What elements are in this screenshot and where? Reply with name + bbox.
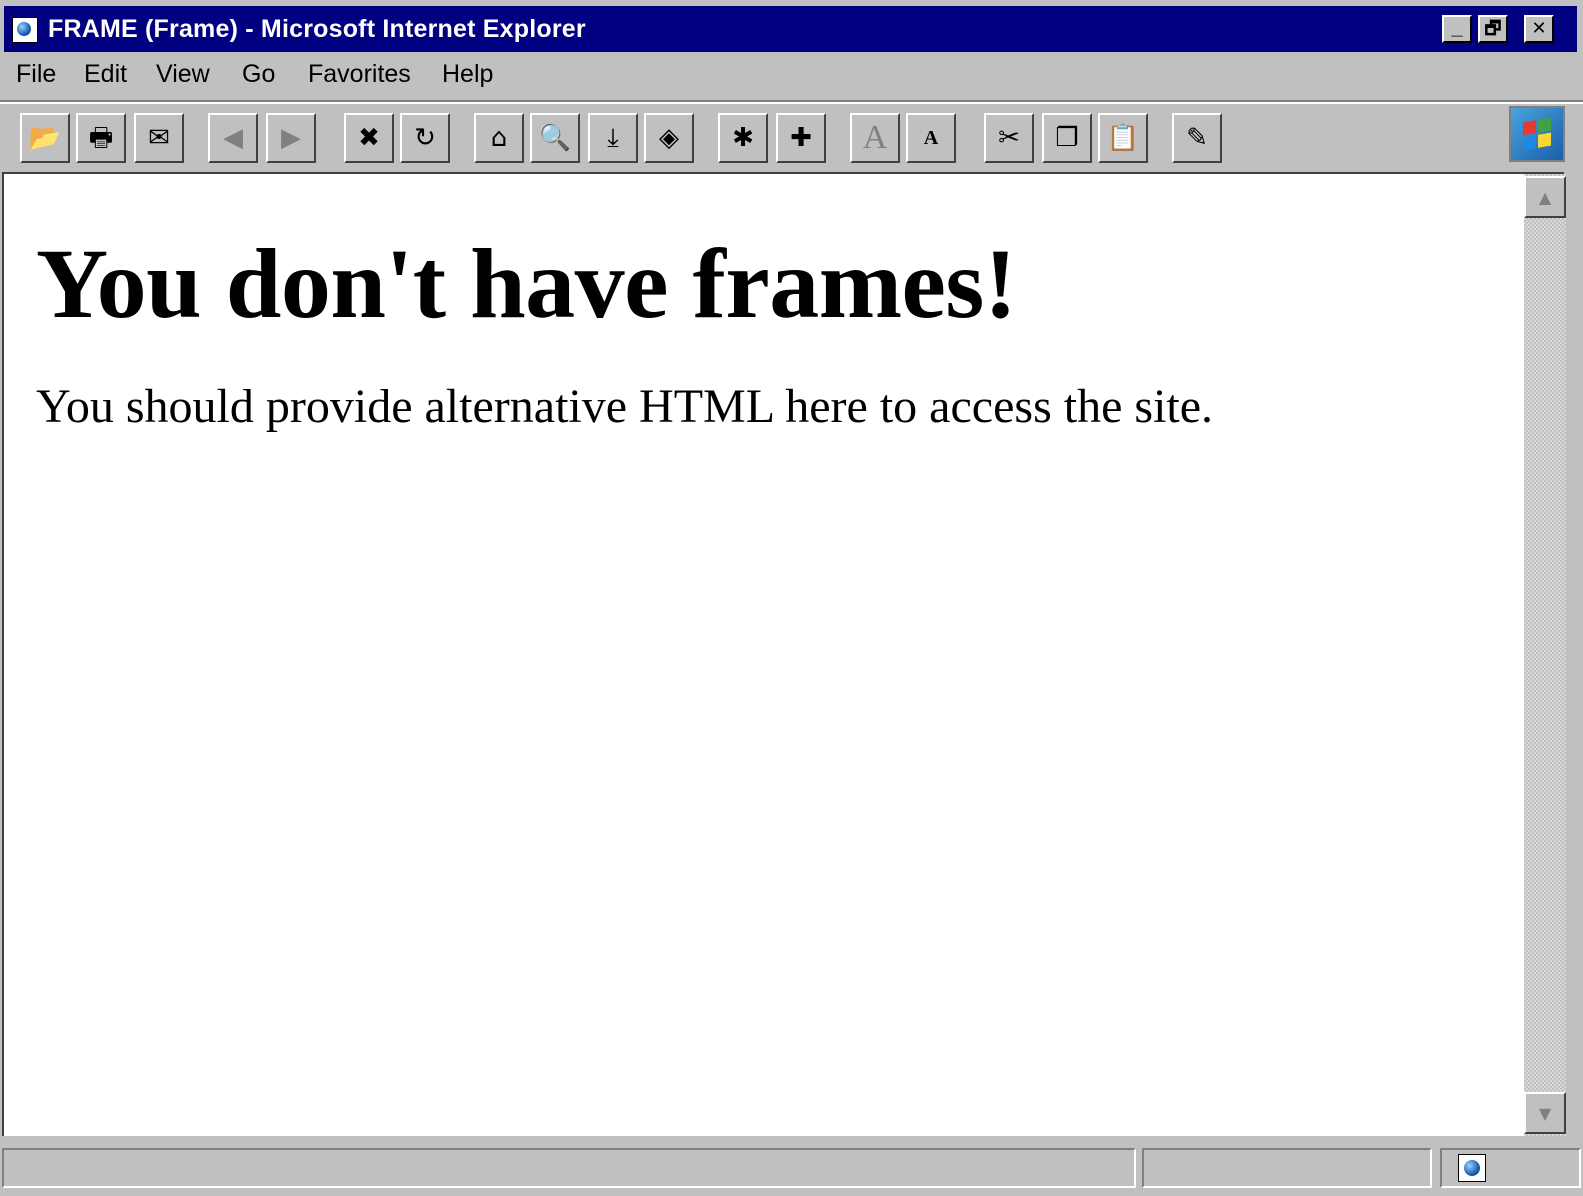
download-icon: ⤓: [607, 123, 619, 153]
open-folder-icon: 📂: [28, 123, 62, 153]
scroll-up-icon: ▲: [1538, 187, 1552, 207]
cut-button[interactable]: ✂: [984, 113, 1034, 163]
status-text-pane: [2, 1148, 1136, 1188]
edit-page-button[interactable]: ✎: [1172, 113, 1222, 163]
favorites-folder-button[interactable]: ✱: [718, 113, 768, 163]
mail-icon: ✉: [148, 123, 170, 153]
scroll-up-button[interactable]: ▲: [1524, 176, 1566, 218]
scroll-down-button[interactable]: ▼: [1524, 1092, 1566, 1134]
browser-window: FRAME (Frame) - Microsoft Internet Explo…: [0, 0, 1583, 1196]
toolbar: 📂 🖶 ✉ ◀ ▶ ✖ ↻ ⌂ 🔍 ⤓ ◈ ✱ ✚ A A ✂ ❐ 📋 ✎: [0, 103, 1583, 171]
download-button[interactable]: ⤓: [588, 113, 638, 163]
search-icon: 🔍: [538, 123, 572, 153]
refresh-icon: ↻: [414, 123, 436, 153]
menu-favorites[interactable]: Favorites: [308, 60, 411, 89]
status-bar: [0, 1140, 1583, 1196]
mail-button[interactable]: ✉: [134, 113, 184, 163]
add-favorite-button[interactable]: ✚: [776, 113, 826, 163]
windows-logo-icon: [1509, 106, 1565, 162]
menu-go[interactable]: Go: [242, 60, 275, 89]
menu-bar: File Edit View Go Favorites Help: [4, 54, 1577, 100]
copy-button[interactable]: ❐: [1042, 113, 1092, 163]
add-favorite-icon: ✚: [790, 123, 812, 153]
content-frame: You don't have frames! You should provid…: [2, 172, 1564, 1136]
news-icon: ◈: [659, 123, 679, 153]
search-button[interactable]: 🔍: [530, 113, 580, 163]
menu-file[interactable]: File: [16, 60, 56, 89]
news-button[interactable]: ◈: [644, 113, 694, 163]
scroll-down-icon: ▼: [1538, 1103, 1552, 1123]
menu-edit[interactable]: Edit: [84, 60, 127, 89]
paste-icon: 📋: [1106, 123, 1140, 153]
menu-view[interactable]: View: [156, 60, 210, 89]
home-button[interactable]: ⌂: [474, 113, 524, 163]
minimize-icon: _: [1451, 17, 1463, 39]
font-smaller-button[interactable]: A: [906, 113, 956, 163]
title-bar[interactable]: FRAME (Frame) - Microsoft Internet Explo…: [4, 6, 1577, 52]
page-heading: You don't have frames!: [36, 228, 1017, 339]
window-title: FRAME (Frame) - Microsoft Internet Explo…: [48, 15, 586, 43]
font-larger-button[interactable]: A: [850, 113, 900, 163]
status-progress-pane: [1142, 1148, 1432, 1188]
home-icon: ⌂: [490, 123, 508, 153]
close-icon: ✕: [1531, 18, 1547, 39]
back-arrow-icon: ◀: [223, 123, 243, 153]
page-body-text: You should provide alternative HTML here…: [36, 380, 1214, 433]
stop-button[interactable]: ✖: [344, 113, 394, 163]
forward-button[interactable]: ▶: [266, 113, 316, 163]
zone-globe-icon: [1458, 1154, 1486, 1182]
forward-arrow-icon: ▶: [281, 123, 301, 153]
paste-button[interactable]: 📋: [1098, 113, 1148, 163]
print-button[interactable]: 🖶: [76, 113, 126, 163]
font-larger-icon: A: [862, 119, 888, 156]
vertical-scrollbar[interactable]: ▲ ▼: [1524, 174, 1566, 1136]
back-button[interactable]: ◀: [208, 113, 258, 163]
menu-help[interactable]: Help: [442, 60, 493, 89]
scissors-icon: ✂: [998, 123, 1020, 153]
favorites-folder-icon: ✱: [732, 123, 754, 153]
printer-icon: 🖶: [88, 123, 114, 153]
restore-icon: 🗗: [1484, 18, 1502, 39]
refresh-button[interactable]: ↻: [400, 113, 450, 163]
restore-button[interactable]: 🗗: [1478, 15, 1508, 43]
copy-icon: ❐: [1055, 123, 1079, 153]
open-button[interactable]: 📂: [20, 113, 70, 163]
edit-page-icon: ✎: [1186, 123, 1208, 153]
page-content: You don't have frames! You should provid…: [6, 174, 1526, 1134]
minimize-button[interactable]: _: [1442, 15, 1472, 43]
stop-icon: ✖: [358, 123, 380, 153]
close-button[interactable]: ✕: [1524, 15, 1554, 43]
font-smaller-icon: A: [923, 127, 939, 149]
ie-globe-icon[interactable]: [12, 17, 38, 43]
